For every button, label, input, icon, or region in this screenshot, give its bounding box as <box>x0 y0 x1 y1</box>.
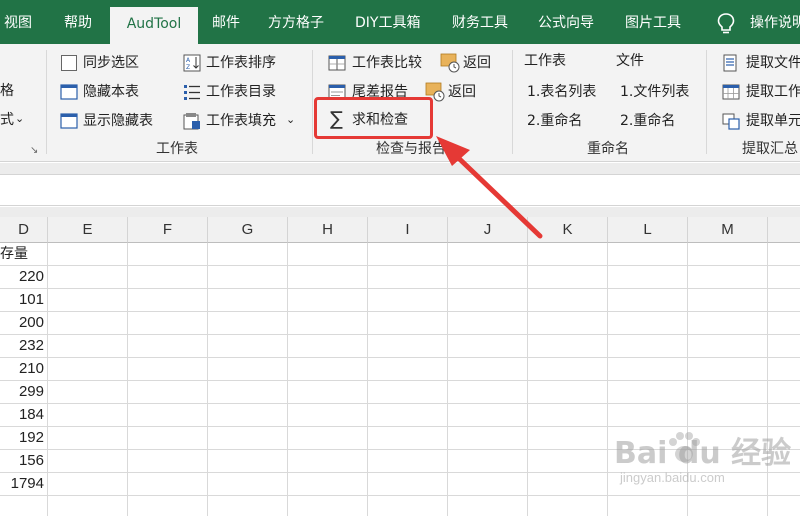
cell-d-value[interactable]: 210 <box>0 357 46 380</box>
sync-select-button[interactable]: 同步选区 <box>83 54 139 72</box>
cell-d-value[interactable]: 101 <box>0 288 46 311</box>
compare-sheets-icon <box>328 55 346 71</box>
column-header-g[interactable]: G <box>208 217 288 243</box>
fill-sheet-button[interactable]: 工作表填充 <box>206 112 276 130</box>
grid-top-gap <box>0 207 800 217</box>
sort-sheets-button[interactable]: 工作表排序 <box>206 54 276 72</box>
return-button[interactable]: 返回 <box>463 54 491 72</box>
hide-sheet-icon <box>60 84 78 100</box>
svg-text:Z: Z <box>186 64 190 71</box>
extract-sheet-button[interactable]: 提取工作 <box>746 83 800 101</box>
cell-d-value[interactable]: 200 <box>0 311 46 334</box>
left-partial-item-1[interactable]: 格 <box>0 82 14 100</box>
watermark-brand: Bai du 经验 <box>614 436 792 471</box>
chevron-down-icon[interactable]: ⌄ <box>15 110 24 128</box>
checkbox-icon[interactable] <box>61 55 77 71</box>
fill-sheet-icon <box>183 113 200 130</box>
column-header-e[interactable]: E <box>48 217 128 243</box>
watermark-url: jingyan.baidu.com <box>620 470 725 485</box>
watermark: Bai du 经验 jingyan.baidu.com <box>614 438 791 486</box>
column-header-n[interactable] <box>768 217 800 243</box>
file-list-button[interactable]: 1.文件列表 <box>620 83 689 101</box>
cell-d-header[interactable]: 存量 <box>0 243 46 266</box>
file-rename-button[interactable]: 2.重命名 <box>620 112 675 130</box>
extract-sheet-icon <box>722 84 740 100</box>
cell-d-value[interactable]: 1794 <box>0 472 46 495</box>
hide-sheet-button[interactable]: 隐藏本表 <box>83 83 139 101</box>
tab-view[interactable]: 视图 <box>4 0 32 44</box>
cell-d-value[interactable]: 184 <box>0 403 46 426</box>
formula-bar[interactable] <box>0 176 800 206</box>
tab-instructions[interactable]: 操作说明 <box>750 0 800 44</box>
cell-d-value[interactable]: 192 <box>0 426 46 449</box>
sheets-header: 工作表 <box>524 53 566 69</box>
column-header-m[interactable]: M <box>688 217 768 243</box>
extract-cell-button[interactable]: 提取单元 <box>746 112 800 130</box>
return-icon <box>440 53 460 73</box>
show-hidden-sheet-icon <box>60 113 78 129</box>
files-header: 文件 <box>616 53 644 69</box>
check-report-group-label: 检查与报告 <box>376 141 446 157</box>
tab-formula-wizard[interactable]: 公式向导 <box>538 0 594 44</box>
compare-sheets-button[interactable]: 工作表比较 <box>352 54 422 72</box>
lightbulb-icon[interactable] <box>716 12 736 36</box>
sheet-index-icon <box>184 85 200 100</box>
cell-d-value[interactable]: 299 <box>0 380 46 403</box>
dialog-launcher-icon[interactable]: ↘ <box>30 142 38 160</box>
show-hidden-sheet-button[interactable]: 显示隐藏表 <box>83 112 153 130</box>
ribbon-bottom-strip <box>0 163 800 175</box>
extract-group-label: 提取汇总 <box>742 141 798 157</box>
chevron-down-icon[interactable]: ⌄ <box>286 111 295 129</box>
ribbon-tab-bar: 视图 帮助 AudTool 邮件 方方格子 DIY工具箱 财务工具 公式向导 图… <box>0 0 800 44</box>
column-header-j[interactable]: J <box>448 217 528 243</box>
tab-mail[interactable]: 邮件 <box>212 0 240 44</box>
highlight-box <box>314 97 433 139</box>
cell-d-value[interactable]: 156 <box>0 449 46 472</box>
left-partial-item-2[interactable]: 式 <box>0 111 14 129</box>
return-button-2[interactable]: 返回 <box>448 83 476 101</box>
sort-sheets-icon: A Z <box>183 54 201 72</box>
sheet-name-list-button[interactable]: 1.表名列表 <box>527 83 596 101</box>
column-header-h[interactable]: H <box>288 217 368 243</box>
group-separator <box>46 50 47 154</box>
sheet-rename-button[interactable]: 2.重命名 <box>527 112 582 130</box>
sheet-index-button[interactable]: 工作表目录 <box>206 83 276 101</box>
column-header-i[interactable]: I <box>368 217 448 243</box>
extract-file-icon <box>723 54 737 72</box>
tab-diy-toolbox[interactable]: DIY工具箱 <box>355 0 420 44</box>
extract-file-button[interactable]: 提取文件 <box>746 54 800 72</box>
cell-d-value[interactable]: 220 <box>0 265 46 288</box>
extract-cell-icon <box>722 113 740 130</box>
group-separator <box>512 50 513 154</box>
tab-fangfang[interactable]: 方方格子 <box>268 0 324 44</box>
group-separator <box>312 50 313 154</box>
column-header-l[interactable]: L <box>608 217 688 243</box>
tab-audtool[interactable]: AudTool <box>110 7 198 44</box>
cell-d-value[interactable]: 232 <box>0 334 46 357</box>
column-header-f[interactable]: F <box>128 217 208 243</box>
group-separator <box>706 50 707 154</box>
tab-help[interactable]: 帮助 <box>64 0 92 44</box>
column-header-k[interactable]: K <box>528 217 608 243</box>
rename-group-label: 重命名 <box>587 141 629 157</box>
tab-finance-tools[interactable]: 财务工具 <box>452 0 508 44</box>
tab-image-tools[interactable]: 图片工具 <box>625 0 681 44</box>
worksheet-group-label: 工作表 <box>156 141 198 157</box>
column-header-d[interactable]: D <box>0 217 48 243</box>
